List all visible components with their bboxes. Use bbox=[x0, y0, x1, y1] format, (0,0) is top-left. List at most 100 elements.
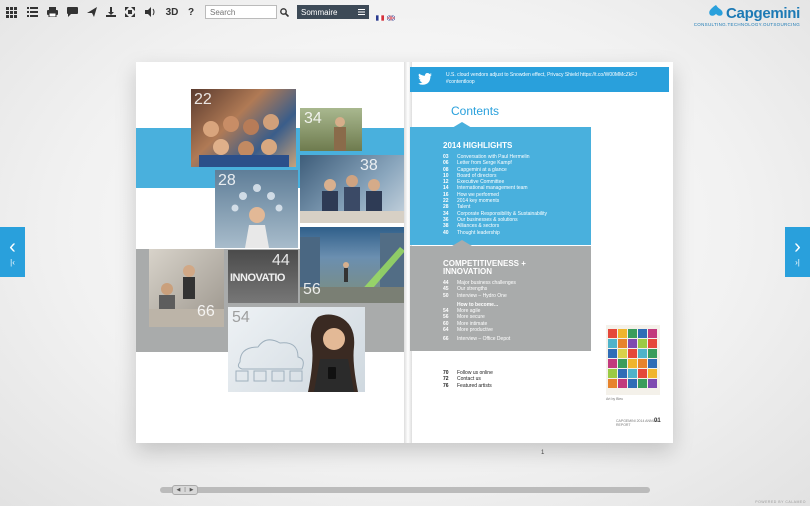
list-icon[interactable] bbox=[26, 5, 38, 19]
section-title: INNOVATION bbox=[443, 267, 493, 276]
page-indicator: 1 bbox=[541, 450, 545, 456]
menu-icon bbox=[358, 8, 365, 17]
capgemini-logo[interactable]: Capgemini CONSULTING.TECHNOLOGY.OUTSOURC… bbox=[693, 4, 801, 28]
photo-man-outdoors: 34 bbox=[300, 108, 362, 151]
innovation-word: INNOVATIO bbox=[230, 272, 285, 284]
photo-office-meeting: 66 bbox=[149, 249, 224, 327]
toc-label: International management team bbox=[457, 185, 528, 192]
photo-number: 66 bbox=[197, 303, 215, 320]
photo-woman-phone: 54 bbox=[228, 307, 365, 392]
uk-flag-icon[interactable] bbox=[386, 8, 396, 21]
artwork-caption: Art by Bleu bbox=[606, 397, 624, 401]
search-input[interactable] bbox=[205, 5, 277, 19]
toc-item[interactable]: 50 Interview – Hydro One bbox=[443, 293, 590, 299]
highlights-section: 2014 HIGHLIGHTS 03 Conversation with Paul… bbox=[443, 142, 590, 236]
page-scrollbar[interactable] bbox=[160, 487, 650, 493]
photo-number: 28 bbox=[218, 172, 236, 189]
toc-page: 76 bbox=[443, 382, 449, 389]
french-flag-icon[interactable] bbox=[376, 8, 384, 21]
logo-name: Capgemini bbox=[726, 4, 800, 22]
photo-number: 38 bbox=[360, 157, 378, 174]
toc-item[interactable]: 76 Featured artists bbox=[443, 383, 590, 389]
toc-item[interactable]: 66 Interview – Office Depot bbox=[443, 336, 590, 342]
page-footer: CAPGEMINI 2014 ANNUAL REPORT bbox=[616, 419, 660, 427]
view-3d-button[interactable]: 3D bbox=[165, 5, 179, 19]
logo-tagline: CONSULTING.TECHNOLOGY.OUTSOURCING bbox=[693, 22, 800, 27]
chevron-left-icon: ‹ bbox=[9, 235, 16, 258]
search-icon[interactable] bbox=[279, 5, 289, 19]
appendix-list: 70 Follow us online 72 Contact us 76 Featur… bbox=[443, 370, 590, 389]
artwork-image bbox=[606, 325, 660, 395]
photo-city-runner: 56 bbox=[300, 227, 405, 303]
toc-label: More agile bbox=[457, 308, 481, 315]
appendix-section: 70 Follow us online 72 Contact us 76 Featur… bbox=[443, 370, 590, 389]
download-icon[interactable] bbox=[105, 5, 117, 19]
photo-team-thumbsup: 22 bbox=[191, 89, 296, 167]
chevron-right-icon: › bbox=[794, 235, 801, 258]
toc-page: 40 bbox=[443, 229, 449, 236]
toc-label: Executive Committee bbox=[457, 179, 505, 186]
spade-logo-icon bbox=[708, 4, 724, 22]
toolbar: 3D ? Sommaire Capgemini CONSULTING.TECHN… bbox=[0, 0, 810, 28]
photo-number: 44 bbox=[272, 252, 290, 269]
photo-number: 34 bbox=[304, 110, 322, 127]
share-icon[interactable] bbox=[86, 5, 98, 19]
photo-woman-icons: 28 bbox=[215, 170, 298, 248]
toc-item[interactable]: 64 More productive bbox=[443, 327, 590, 333]
toc-label: Alliances & sectors bbox=[457, 223, 500, 230]
toc-page: 66 bbox=[443, 336, 449, 343]
toc-label: More productive bbox=[457, 327, 493, 334]
photo-number: 22 bbox=[194, 91, 212, 108]
magazine-spread[interactable]: 22 34 28 38 66 INNOVATIO 44 56 54 U.S. c… bbox=[136, 62, 673, 443]
photo-number: 54 bbox=[232, 309, 250, 326]
scroll-grip-icon: | bbox=[184, 487, 186, 493]
scroll-right-icon[interactable]: ▶ bbox=[190, 487, 194, 493]
toc-label: Talent bbox=[457, 204, 471, 211]
toc-label: Board of directors bbox=[457, 172, 497, 179]
fullscreen-icon[interactable] bbox=[124, 5, 136, 19]
photo-meeting: 38 bbox=[300, 155, 405, 223]
previous-page-button[interactable]: ‹ |‹ bbox=[0, 227, 25, 277]
last-page-icon[interactable]: ›| bbox=[795, 258, 800, 267]
sound-icon[interactable] bbox=[144, 5, 156, 19]
toc-label: Interview – Office Depot bbox=[457, 336, 511, 343]
section-title: 2014 HIGHLIGHTS bbox=[443, 141, 513, 150]
notch-icon bbox=[452, 122, 472, 128]
toc-label: More intimate bbox=[457, 320, 488, 327]
competitiveness-section: COMPETITIVENESS + INNOVATION 44 Major bus… bbox=[443, 260, 590, 343]
highlights-list: 03 Conversation with Paul Hermelin 06 Lett… bbox=[443, 154, 590, 236]
toc-label: Our businesses & solutions bbox=[457, 216, 518, 223]
tweet-text: U.S. cloud vendors adjust to Snowden eff… bbox=[446, 72, 637, 85]
toc-label: How we performed bbox=[457, 191, 499, 198]
toc-label: Interview – Hydro One bbox=[457, 292, 507, 299]
print-icon[interactable] bbox=[46, 5, 58, 19]
sommaire-dropdown[interactable]: Sommaire bbox=[297, 5, 369, 19]
sommaire-label: Sommaire bbox=[301, 7, 338, 17]
notch-icon bbox=[452, 240, 472, 246]
toc-label: Corporate Responsibility & Sustainabilit… bbox=[457, 210, 548, 217]
grid-icon[interactable] bbox=[5, 5, 17, 19]
next-page-button[interactable]: › ›| bbox=[785, 227, 810, 277]
toc-label: Thought leadership bbox=[457, 229, 500, 236]
toc-page: 64 bbox=[443, 327, 449, 334]
toc-page: 50 bbox=[443, 292, 449, 299]
scrollbar-thumb[interactable]: ◀ | ▶ bbox=[172, 485, 198, 495]
photo-innovation: INNOVATIO 44 bbox=[228, 250, 298, 303]
toc-label: Featured artists bbox=[457, 382, 492, 389]
toc-label: Letter from Serge Kampf bbox=[457, 160, 512, 167]
toc-label: More secure bbox=[457, 314, 485, 321]
comment-icon[interactable] bbox=[66, 5, 78, 19]
powered-by[interactable]: POWERED BY CALAMEO bbox=[755, 500, 806, 504]
toc-label: 2014 key moments bbox=[457, 198, 500, 205]
first-page-icon[interactable]: |‹ bbox=[10, 258, 15, 267]
toc-label: Our strengths bbox=[457, 286, 488, 293]
tweet-banner[interactable]: U.S. cloud vendors adjust to Snowden eff… bbox=[410, 67, 669, 92]
toc-label: Follow us online bbox=[457, 370, 493, 376]
photo-number: 56 bbox=[303, 281, 321, 298]
help-button[interactable]: ? bbox=[187, 5, 195, 19]
toc-item[interactable]: 40 Thought leadership bbox=[443, 230, 590, 236]
toc-label: Contact us bbox=[457, 376, 481, 383]
scroll-left-icon[interactable]: ◀ bbox=[176, 487, 180, 493]
toc-label: Conversation with Paul Hermelin bbox=[457, 154, 530, 160]
contents-title: Contents bbox=[451, 104, 500, 118]
